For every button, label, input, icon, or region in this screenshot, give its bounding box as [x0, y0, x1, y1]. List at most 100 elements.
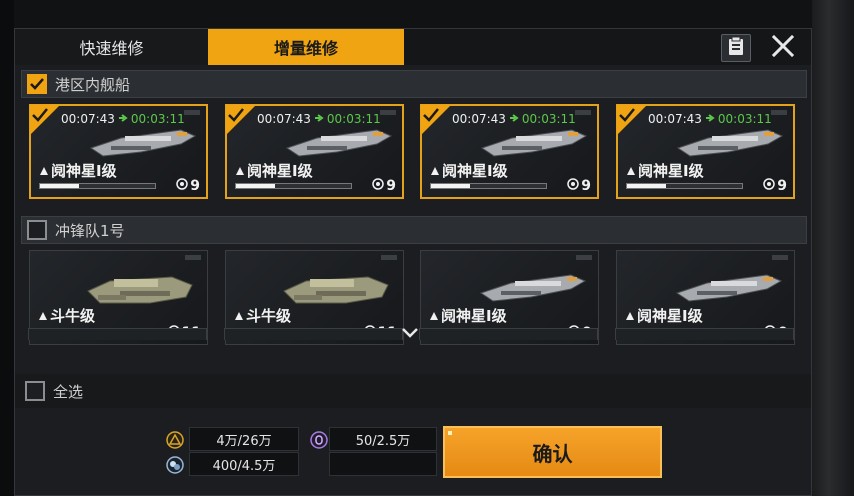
ship-card-tag [380, 110, 396, 115]
arrow-right-icon [118, 112, 128, 126]
confirm-label: 确认 [532, 441, 573, 466]
repair-time-current: 00:07:43 [452, 112, 506, 126]
arrow-right-icon [314, 112, 324, 126]
ship-card-partial [28, 328, 207, 340]
ship-level: 9 [176, 178, 200, 194]
resource-empty [329, 452, 437, 476]
tab-quick-repair[interactable]: 快速维修 [15, 29, 208, 65]
ship-level-value: 9 [777, 178, 787, 194]
ship-name: 阋神星Ⅰ级 [51, 162, 117, 180]
repair-time-reduced: 00:03:11 [521, 112, 576, 126]
group-header-squad[interactable]: 冲锋队1号 [21, 216, 807, 244]
ship-level: 9 [567, 178, 591, 194]
repair-time-current: 00:07:43 [61, 112, 115, 126]
repair-time-reduced: 00:03:11 [130, 112, 185, 126]
ship-card-tag [184, 110, 200, 115]
chevron-down-icon[interactable] [400, 324, 420, 343]
repair-time-reduced: 00:03:11 [717, 112, 772, 126]
group-label: 冲锋队1号 [55, 221, 125, 240]
check-icon [423, 107, 439, 126]
ship-name-row: 阋神星Ⅰ级 [626, 160, 704, 181]
repair-cost: 4万/26万 400/4.5万 50/2.5万 [161, 426, 439, 478]
rank-triangle-icon [39, 162, 49, 180]
ship-name-row: 阋神星Ⅰ级 [430, 160, 508, 181]
ship-eris-image [89, 129, 197, 157]
hp-bar [626, 183, 743, 189]
tab-incremental-repair[interactable]: 增量维修 [208, 29, 404, 65]
repair-time-reduced: 00:03:11 [326, 112, 381, 126]
hp-bar-fill [236, 184, 276, 188]
ship-name-row: 斗牛级 [234, 305, 291, 326]
log-button[interactable] [721, 34, 751, 62]
ship-name-row: 阋神星Ⅰ级 [429, 305, 507, 326]
select-all-label: 全选 [53, 382, 84, 401]
ship-name: 阋神星Ⅰ级 [441, 307, 507, 325]
ship-level: 9 [763, 178, 787, 194]
rank-triangle-icon [625, 307, 635, 325]
arrow-right-icon [509, 112, 519, 126]
clipboard-icon [728, 36, 744, 60]
resource-c-icon [307, 428, 331, 452]
confirm-button[interactable]: 确认 [443, 426, 662, 478]
ship-card-partial [224, 328, 403, 340]
ship-name: 阋神星Ⅰ级 [637, 307, 703, 325]
ship-name-row: 斗牛级 [38, 305, 95, 326]
repair-time: 00:07:43 00:03:11 [257, 112, 381, 126]
hp-bar-fill [431, 184, 471, 188]
hp-bar-fill [627, 184, 667, 188]
ship-level: 9 [372, 178, 396, 194]
ship-eris-image [676, 129, 784, 157]
level-emblem-icon [763, 178, 775, 194]
resource-a-icon [163, 428, 187, 452]
ship-card-tag [772, 255, 788, 260]
ship-level-value: 9 [190, 178, 200, 194]
repair-time-current: 00:07:43 [648, 112, 702, 126]
close-button[interactable] [767, 33, 799, 63]
level-emblem-icon [567, 178, 579, 194]
ship-card[interactable]: 00:07:43 00:03:11 阋神星Ⅰ级 9 [616, 104, 795, 199]
group-checkbox[interactable] [27, 220, 47, 240]
group-checkbox[interactable] [27, 74, 47, 94]
check-icon [32, 107, 48, 126]
repair-time: 00:07:43 00:03:11 [452, 112, 576, 126]
rank-triangle-icon [38, 307, 48, 325]
select-all-checkbox[interactable] [25, 381, 45, 401]
ship-name: 斗牛级 [246, 307, 292, 325]
rank-triangle-icon [626, 162, 636, 180]
group-label: 港区内舰船 [55, 75, 131, 94]
resource-b-value: 400/4.5万 [189, 452, 299, 476]
rank-triangle-icon [235, 162, 245, 180]
repair-time: 00:07:43 00:03:11 [61, 112, 185, 126]
ship-card[interactable]: 00:07:43 00:03:11 阋神星Ⅰ级 9 [29, 104, 208, 199]
level-emblem-icon [372, 178, 384, 194]
ship-card-tag [575, 110, 591, 115]
ship-card[interactable]: 00:07:43 00:03:11 阋神星Ⅰ级 9 [420, 104, 599, 199]
ship-name: 斗牛级 [50, 307, 96, 325]
close-icon [771, 34, 795, 62]
ship-card-tag [381, 255, 397, 260]
ship-card[interactable]: 00:07:43 00:03:11 阋神星Ⅰ级 9 [225, 104, 404, 199]
background-left [0, 0, 14, 496]
hp-bar [39, 183, 156, 189]
rank-triangle-icon [234, 307, 244, 325]
hp-bar [235, 183, 352, 189]
ship-card-tag [576, 255, 592, 260]
ship-eris-image [479, 274, 587, 302]
background-right [812, 0, 854, 496]
rank-triangle-icon [430, 162, 440, 180]
hp-bar-fill [40, 184, 80, 188]
ship-level-value: 9 [386, 178, 396, 194]
group-header-harbor[interactable]: 港区内舰船 [21, 70, 807, 98]
arrow-right-icon [705, 112, 715, 126]
rank-triangle-icon [429, 307, 439, 325]
ship-bull-image [283, 276, 389, 304]
repair-time-current: 00:07:43 [257, 112, 311, 126]
ship-card-partial [615, 328, 794, 340]
check-icon [619, 107, 635, 126]
ship-name: 阋神星Ⅰ级 [638, 162, 704, 180]
ship-bull-image [87, 276, 193, 304]
ship-eris-image [675, 274, 783, 302]
ship-card-tag [185, 255, 201, 260]
resource-b-icon [163, 453, 187, 477]
ship-eris-image [285, 129, 393, 157]
